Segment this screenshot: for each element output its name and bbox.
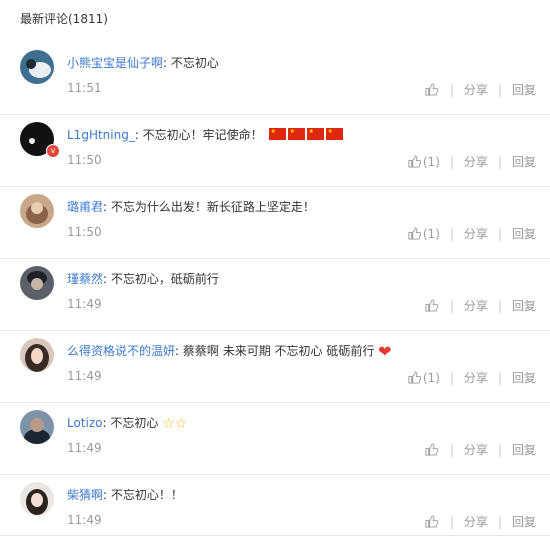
comment-item: 瑾蔡然: 不忘初心，砥砺前行 11:49 | 分享 | 回复 <box>0 258 550 331</box>
comment-time: 11:50 <box>67 225 102 239</box>
divider: | <box>497 514 502 529</box>
share-button[interactable]: 分享 <box>464 225 488 242</box>
comment-item: Lotizo: 不忘初心 ☆☆ 11:49 | 分享 | 回复 <box>0 402 550 475</box>
comment-username[interactable]: L1gHtning_ <box>67 128 135 142</box>
star-icon: ☆ <box>174 416 188 432</box>
comment-text: : 不忘初心！牢记使命！ <box>134 128 263 142</box>
reply-button[interactable]: 回复 <box>512 297 536 314</box>
like-button[interactable] <box>425 83 440 96</box>
share-button[interactable]: 分享 <box>464 369 488 386</box>
like-button[interactable]: (1) <box>408 227 440 241</box>
divider: | <box>497 226 502 241</box>
comment-time: 11:50 <box>67 153 102 167</box>
comment-text: : 不忘初心 <box>102 416 159 430</box>
reply-button[interactable]: 回复 <box>512 81 536 98</box>
share-button[interactable]: 分享 <box>464 513 488 530</box>
reply-button[interactable]: 回复 <box>512 225 536 242</box>
comment-item: 柴猜啊: 不忘初心！！ 11:49 | 分享 | 回复 <box>0 474 550 536</box>
thumbs-up-icon <box>408 227 421 240</box>
comment-text: : 不忘初心！！ <box>103 488 183 502</box>
divider: | <box>497 154 502 169</box>
comment-time: 11:51 <box>67 81 102 95</box>
share-button[interactable]: 分享 <box>464 81 488 98</box>
divider: | <box>497 442 502 457</box>
thumbs-up-icon <box>425 515 438 528</box>
like-count: (1) <box>422 370 440 385</box>
reply-button[interactable]: 回复 <box>512 513 536 530</box>
like-button[interactable] <box>425 443 440 456</box>
comments-header: 最新评论(1811) <box>20 12 108 26</box>
comment-item: v L1gHtning_: 不忘初心！牢记使命！ 11:50 (1) | 分享 … <box>0 114 550 187</box>
comment-item: 小熊宝宝是仙子啊: 不忘初心 11:51 | 分享 | 回复 <box>0 42 550 115</box>
comment-time: 11:49 <box>67 297 102 311</box>
share-button[interactable]: 分享 <box>464 441 488 458</box>
divider: | <box>449 154 454 169</box>
divider: | <box>497 298 502 313</box>
like-button[interactable]: (1) <box>408 155 440 169</box>
comment-item: 璐甫君: 不忘为什么出发！新长征路上坚定走！ 11:50 (1) | 分享 | … <box>0 186 550 259</box>
comment-text: : 不忘初心 <box>163 56 219 70</box>
avatar[interactable] <box>20 50 54 84</box>
divider: | <box>497 82 502 97</box>
like-count: (1) <box>422 226 440 241</box>
thumbs-up-icon <box>425 83 438 96</box>
reply-button[interactable]: 回复 <box>512 441 536 458</box>
avatar[interactable] <box>20 266 54 300</box>
comment-username[interactable]: 璐甫君 <box>67 200 103 214</box>
thumbs-up-icon <box>425 299 438 312</box>
reply-button[interactable]: 回复 <box>512 369 536 386</box>
divider: | <box>449 226 454 241</box>
like-button[interactable] <box>425 299 440 312</box>
comment-time: 11:49 <box>67 369 102 383</box>
avatar[interactable] <box>20 410 54 444</box>
avatar[interactable] <box>20 338 54 372</box>
comment-username[interactable]: 瑾蔡然 <box>67 272 103 286</box>
china-flag-icon <box>306 128 324 140</box>
share-button[interactable]: 分享 <box>464 153 488 170</box>
like-button[interactable] <box>425 515 440 528</box>
comment-username[interactable]: Lotizo <box>67 416 103 430</box>
comment-text: : 不忘初心，砥砺前行 <box>103 272 219 286</box>
comment-text: : 不忘为什么出发！新长征路上坚定走！ <box>103 200 315 214</box>
thumbs-up-icon <box>425 443 438 456</box>
like-count: (1) <box>422 154 440 169</box>
like-button[interactable]: (1) <box>408 371 440 385</box>
verified-badge-icon: v <box>46 144 60 158</box>
divider: | <box>449 370 454 385</box>
comment-username[interactable]: 柴猜啊 <box>67 488 103 502</box>
share-button[interactable]: 分享 <box>464 297 488 314</box>
avatar[interactable] <box>20 482 54 516</box>
heart-icon: ❤ <box>378 342 392 361</box>
thumbs-up-icon <box>408 155 421 168</box>
comment-item: 么得资格说不的温妍: 蔡蔡啊 未来可期 不忘初心 砥砺前行 ❤ 11:49 (1… <box>0 330 550 403</box>
divider: | <box>497 370 502 385</box>
avatar[interactable] <box>20 194 54 228</box>
comment-time: 11:49 <box>67 441 102 455</box>
comment-username[interactable]: 么得资格说不的温妍 <box>67 344 175 358</box>
comment-username[interactable]: 小熊宝宝是仙子啊 <box>67 56 163 70</box>
star-icon: ☆ <box>162 416 175 432</box>
comment-time: 11:49 <box>67 513 102 527</box>
china-flag-icon <box>287 128 305 140</box>
divider: | <box>449 442 454 457</box>
divider: | <box>449 298 454 313</box>
thumbs-up-icon <box>408 371 421 384</box>
divider: | <box>449 514 454 529</box>
divider: | <box>449 82 454 97</box>
reply-button[interactable]: 回复 <box>512 153 536 170</box>
china-flag-icon <box>268 128 286 140</box>
china-flag-icon <box>325 128 343 140</box>
comment-text: : 蔡蔡啊 未来可期 不忘初心 砥砺前行 <box>175 344 375 358</box>
